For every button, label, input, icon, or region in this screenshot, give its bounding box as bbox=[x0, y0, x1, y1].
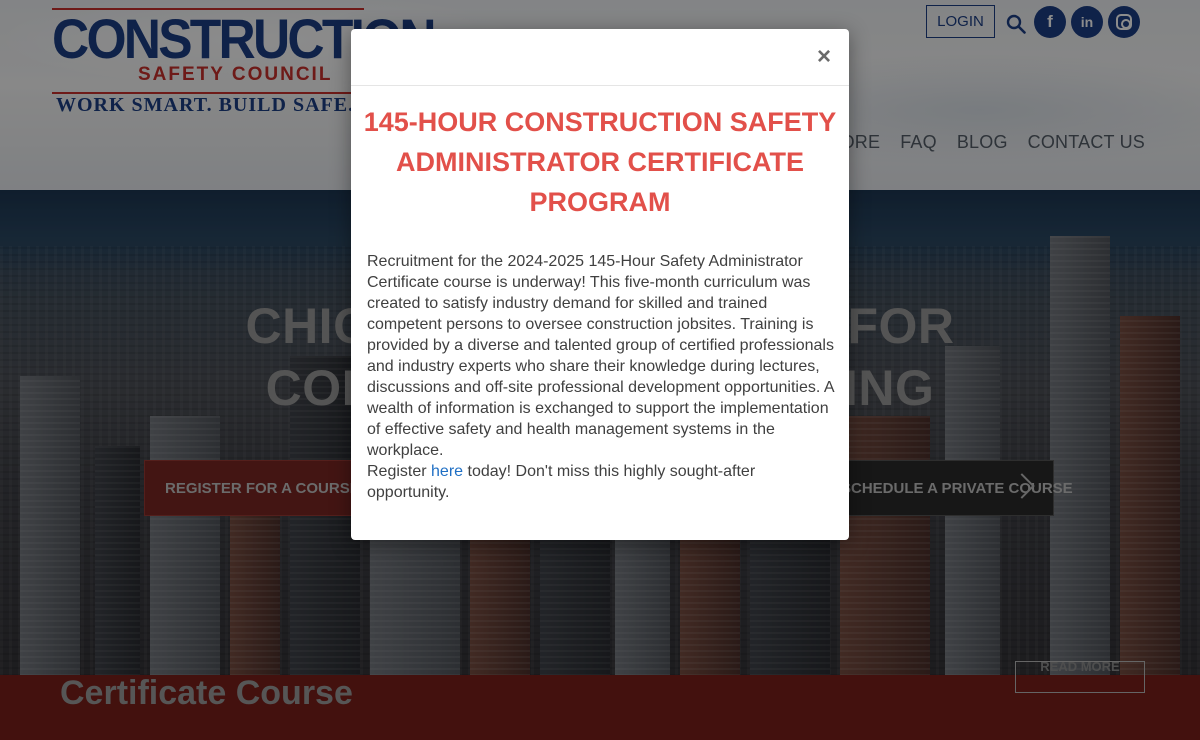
modal-title: 145-HOUR CONSTRUCTION SAFETY ADMINISTRAT… bbox=[363, 107, 837, 217]
modal-header: × bbox=[351, 29, 849, 86]
modal-body: Recruitment for the 2024-2025 145-Hour S… bbox=[367, 251, 837, 503]
register-here-link[interactable]: here bbox=[431, 463, 463, 480]
announcement-modal: × 145-HOUR CONSTRUCTION SAFETY ADMINISTR… bbox=[351, 29, 849, 540]
modal-register-prefix: Register bbox=[367, 463, 432, 480]
modal-body-text: Recruitment for the 2024-2025 145-Hour S… bbox=[367, 253, 834, 459]
close-icon[interactable]: × bbox=[813, 45, 835, 69]
